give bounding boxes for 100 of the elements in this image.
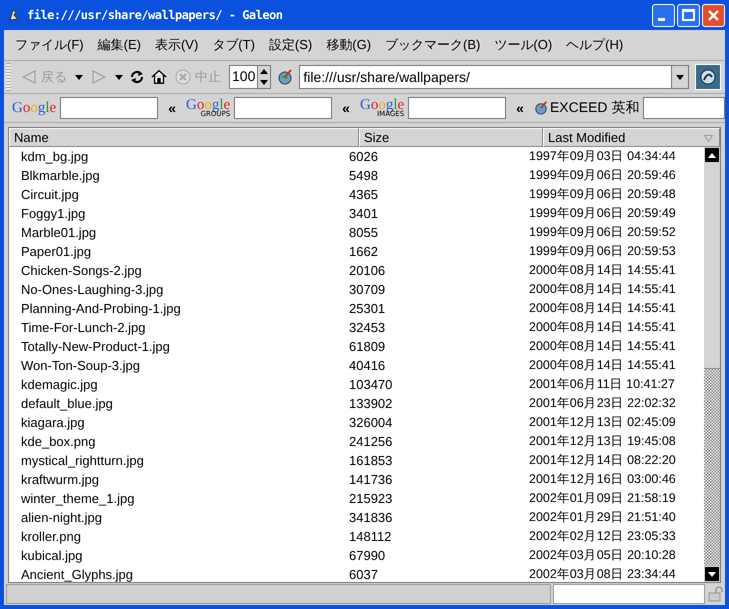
table-cell-text: 241256	[349, 434, 394, 449]
table-cell: 2002年01月29日 21:51:40	[529, 509, 676, 526]
table-cell: 1999年09月06日 20:59:52	[529, 224, 676, 241]
expand-arrows[interactable]: «	[162, 100, 182, 116]
table-cell-text: Totally-New-Product-1.jpg	[20, 339, 171, 354]
table-cell-text: 6026	[349, 149, 379, 164]
menu-item[interactable]: ブックマーク(B)	[378, 36, 488, 54]
table-cell: 2000年08月14日 14:55:41	[529, 262, 676, 279]
table-cell: 2001年12月13日 19:45:08	[529, 433, 676, 450]
toolbar-grip[interactable]	[6, 63, 11, 91]
table-cell-text: 161853	[349, 453, 394, 468]
table-cell-text: default_blue.jpg	[20, 396, 114, 411]
table-cell-text: 67990	[349, 548, 386, 563]
menu-item[interactable]: タブ(T)	[205, 36, 262, 54]
menu-item[interactable]: 移動(G)	[319, 36, 378, 54]
search-field[interactable]	[234, 97, 332, 119]
table-cell-text: kdm_bg.jpg	[20, 149, 90, 164]
table-cell-text: 4365	[349, 187, 379, 202]
search-field[interactable]	[643, 97, 725, 119]
table-cell: 2000年08月14日 14:55:41	[529, 319, 676, 336]
zoom-spinbox[interactable]: 100	[229, 65, 272, 89]
scrollbar[interactable]	[704, 147, 720, 582]
table-cell-text: 1662	[349, 244, 379, 259]
table-cell-text: 25301	[349, 301, 386, 316]
table-cell-text: Foggy1.jpg	[20, 206, 86, 221]
minimize-button[interactable]	[652, 4, 675, 26]
dropdown-icon[interactable]	[115, 74, 123, 80]
app-icon	[7, 8, 21, 22]
table-cell-text: 326004	[349, 415, 394, 430]
dropdown-icon[interactable]	[75, 74, 83, 80]
globe-icon[interactable]	[277, 69, 294, 85]
menu-item[interactable]: ファイル(F)	[8, 36, 91, 54]
table-cell-text: 20106	[349, 263, 386, 278]
table-cell-text: 61809	[349, 339, 386, 354]
table-cell-text: 3401	[349, 206, 379, 221]
throbber-icon	[695, 64, 721, 90]
dropdown-icon[interactable]	[676, 74, 684, 80]
sort-icon	[704, 135, 713, 142]
expand-arrows[interactable]: «	[336, 100, 356, 116]
table-cell-text: Time-For-Lunch-2.jpg	[20, 320, 147, 335]
menu-item[interactable]: 表示(V)	[148, 36, 206, 54]
table-cell: 1999年09月06日 20:59:53	[529, 243, 676, 260]
table-cell: 2001年06月23日 22:02:32	[529, 395, 676, 412]
table-cell-text: 148112	[349, 529, 392, 544]
table-cell-text: Ancient_Glyphs.jpg	[20, 567, 134, 582]
back-icon	[21, 70, 37, 84]
search-field[interactable]	[60, 97, 158, 119]
table-cell-text: 8055	[349, 225, 379, 240]
up-arrow-icon	[708, 152, 716, 158]
column-header[interactable]: Name	[9, 128, 359, 147]
menu-item[interactable]: 設定(S)	[262, 36, 320, 54]
table-cell-text: kde_box.png	[20, 434, 96, 449]
reload-icon[interactable]	[129, 69, 145, 85]
column-header[interactable]: Size	[359, 128, 543, 147]
table-cell-text: kubical.jpg	[20, 548, 84, 563]
scroll-up-button[interactable]	[705, 148, 719, 162]
table-cell: 2002年01月09日 21:58:19	[529, 490, 676, 507]
table-cell: 2000年08月14日 14:55:41	[529, 300, 676, 317]
table-cell-text: kiagara.jpg	[20, 415, 86, 430]
table-cell: 1997年09月03日 04:34:44	[529, 148, 676, 165]
increment-icon[interactable]	[260, 69, 268, 74]
table-cell-text: mystical_rightturn.jpg	[20, 453, 145, 468]
table-cell: 2000年08月14日 14:55:41	[529, 357, 676, 374]
close-button[interactable]	[702, 4, 725, 26]
menu-item[interactable]: 編集(E)	[90, 36, 148, 54]
table-cell-text: kroller.png	[20, 529, 82, 544]
menu-item[interactable]: ヘルプ(H)	[559, 36, 630, 54]
dictionary-search-label[interactable]: EXCEED 英和	[534, 99, 640, 117]
table-cell: 2002年02月12日 23:05:33	[529, 528, 676, 545]
decrement-icon[interactable]	[260, 80, 268, 85]
menu-item[interactable]: ツール(O)	[487, 36, 560, 54]
table-cell-text: 103470	[349, 377, 394, 392]
column-header[interactable]: Last Modified	[543, 128, 720, 147]
search-field[interactable]	[408, 97, 506, 119]
table-cell-text: Won-Ton-Soup-3.jpg	[20, 358, 141, 373]
table-cell-text: 133902	[349, 396, 394, 411]
table-cell-text: No-Ones-Laughing-3.jpg	[20, 282, 164, 297]
scroll-down-button[interactable]	[705, 567, 719, 581]
table-cell: 1999年09月06日 20:59:48	[529, 186, 676, 203]
table-cell: 2001年12月13日 02:45:09	[529, 414, 676, 431]
url-field[interactable]: file:///usr/share/wallpapers/	[299, 65, 689, 89]
down-arrow-icon	[708, 572, 716, 576]
table-cell: 2000年08月14日 14:55:41	[529, 338, 676, 355]
forward-icon	[91, 70, 107, 84]
table-cell: 2002年03月08日 23:34:44	[529, 566, 676, 583]
table-cell: 2001年12月16日 03:00:46	[529, 471, 676, 488]
table-cell-text: kraftwurm.jpg	[20, 472, 100, 487]
home-icon[interactable]	[151, 69, 167, 85]
google-logo[interactable]: Google	[12, 100, 56, 116]
globe-icon	[534, 101, 548, 115]
table-cell-text: winter_theme_1.jpg	[20, 491, 136, 506]
expand-arrows[interactable]: «	[510, 100, 530, 116]
maximize-button[interactable]	[677, 4, 700, 26]
stop-icon	[175, 69, 191, 85]
table-cell-text: Circuit.jpg	[20, 187, 80, 202]
table-cell-text: Planning-And-Probing-1.jpg	[20, 301, 182, 316]
table-cell-text: Blkmarble.jpg	[20, 168, 101, 183]
table-cell: 2000年08月14日 14:55:41	[529, 281, 676, 298]
table-cell-text: 40416	[349, 358, 386, 373]
table-cell-text: alien-night.jpg	[20, 510, 103, 525]
